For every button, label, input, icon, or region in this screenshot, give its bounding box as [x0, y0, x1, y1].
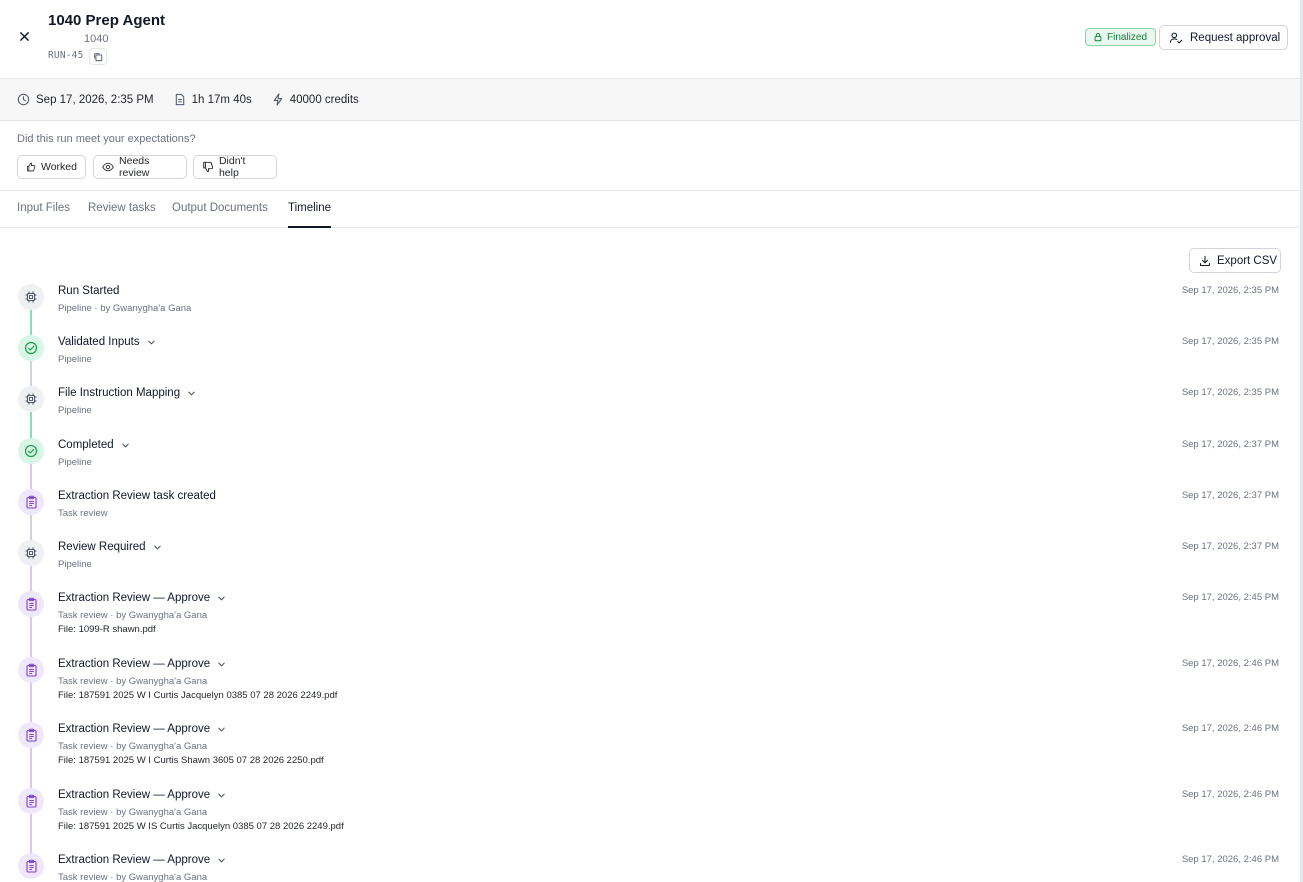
timeline-event-subtitle: Pipeline: [58, 559, 92, 570]
chevron-down-icon[interactable]: [147, 338, 156, 347]
timeline-event-timestamp: Sep 17, 2026, 2:46 PM: [1181, 658, 1279, 669]
timeline-event-file: File: 187591 2025 W I Curtis Jacquelyn 0…: [58, 690, 338, 701]
timeline-event-timestamp: Sep 17, 2026, 2:46 PM: [1181, 854, 1279, 865]
chevron-down-icon[interactable]: [187, 389, 196, 398]
timeline-connector: [30, 361, 32, 386]
timeline-list: Run Started Pipeline · by Gwanygha'a Gana…: [0, 0, 1300, 882]
timeline-connector: [30, 412, 32, 438]
chevron-down-icon[interactable]: [153, 543, 162, 552]
timeline-event-title-text: File Instruction Mapping: [58, 387, 181, 399]
timeline-event-title-text: Run Started: [58, 285, 120, 297]
timeline-event-subtitle: Task review · by Gwanygha'a Gana: [58, 807, 208, 818]
chevron-down-icon[interactable]: [217, 791, 226, 800]
timeline-event-timestamp: Sep 17, 2026, 2:46 PM: [1181, 723, 1279, 734]
timeline-event-title-text: Extraction Review — Approve: [58, 592, 211, 604]
clipboard-icon: [18, 591, 44, 617]
timeline-connector: [30, 515, 32, 540]
timeline-event-title-text: Completed: [58, 439, 114, 451]
timeline-event-title-text: Validated Inputs: [58, 336, 140, 348]
clipboard-icon: [18, 788, 44, 814]
timeline-event-subtitle: Task review: [58, 508, 108, 519]
timeline-event-title-text: Review Required: [58, 541, 146, 553]
timeline-event-timestamp: Sep 17, 2026, 2:37 PM: [1181, 490, 1279, 501]
chevron-down-icon[interactable]: [217, 660, 226, 669]
timeline-event-title-text: Extraction Review — Approve: [58, 723, 211, 735]
timeline-event-subtitle: Pipeline: [58, 354, 92, 365]
timeline-event-timestamp: Sep 17, 2026, 2:46 PM: [1181, 789, 1279, 800]
chevron-down-icon[interactable]: [217, 725, 226, 734]
cpu-icon: [18, 284, 44, 310]
timeline-event-title: File Instruction Mapping: [58, 387, 196, 399]
timeline-event-timestamp: Sep 17, 2026, 2:37 PM: [1181, 439, 1279, 450]
clipboard-icon: [18, 657, 44, 683]
timeline-connector: [30, 464, 32, 489]
timeline-event-title: Extraction Review — Approve: [58, 789, 226, 801]
timeline-event-subtitle: Pipeline · by Gwanygha'a Gana: [58, 303, 192, 314]
chevron-down-icon[interactable]: [217, 594, 226, 603]
timeline-event-file: File: 1099-R shawn.pdf: [58, 624, 156, 635]
timeline-connector: [30, 310, 32, 335]
cpu-icon: [18, 386, 44, 412]
timeline-event-timestamp: Sep 17, 2026, 2:37 PM: [1181, 541, 1279, 552]
timeline-event-subtitle: Task review · by Gwanygha'a Gana: [58, 610, 208, 621]
timeline-connector: [30, 814, 32, 853]
timeline-connector: [30, 683, 32, 722]
timeline-event-timestamp: Sep 17, 2026, 2:35 PM: [1181, 285, 1279, 296]
timeline-event-subtitle: Pipeline: [58, 405, 92, 416]
timeline-event-title-text: Extraction Review task created: [58, 490, 216, 502]
timeline-event-file: File: 187591 2025 W I Curtis Shawn 3605 …: [58, 755, 324, 766]
chevron-down-icon[interactable]: [217, 856, 226, 865]
cpu-icon: [18, 540, 44, 566]
timeline-connector: [30, 566, 32, 591]
timeline-event-subtitle: Pipeline: [58, 457, 92, 468]
timeline-event-title: Validated Inputs: [58, 336, 156, 348]
timeline-event-timestamp: Sep 17, 2026, 2:35 PM: [1181, 336, 1279, 347]
timeline-event-title: Run Started: [58, 285, 119, 297]
timeline-event-title-text: Extraction Review — Approve: [58, 789, 211, 801]
timeline-event-title-text: Extraction Review — Approve: [58, 854, 211, 866]
timeline-event-timestamp: Sep 17, 2026, 2:45 PM: [1181, 592, 1279, 603]
timeline-event-file: File: 187591 2025 W IS Curtis Jacquelyn …: [58, 821, 344, 832]
timeline-event-title: Extraction Review — Approve: [58, 658, 226, 670]
check-circle-icon: [18, 438, 44, 464]
timeline-event-title-text: Extraction Review — Approve: [58, 658, 211, 670]
clipboard-icon: [18, 853, 44, 879]
timeline-event-title: Extraction Review — Approve: [58, 723, 226, 735]
timeline-connector: [30, 617, 32, 657]
timeline-connector: [30, 748, 32, 788]
timeline-event-title: Extraction Review — Approve: [58, 854, 226, 866]
timeline-event-subtitle: Task review · by Gwanygha'a Gana: [58, 741, 208, 752]
timeline-event-subtitle: Task review · by Gwanygha'a Gana: [58, 676, 208, 687]
chevron-down-icon[interactable]: [121, 441, 130, 450]
timeline-event-title: Extraction Review task created: [58, 490, 216, 502]
timeline-event-title: Completed: [58, 439, 130, 451]
timeline-event-title: Review Required: [58, 541, 162, 553]
clipboard-icon: [18, 722, 44, 748]
clipboard-icon: [18, 489, 44, 515]
check-circle-icon: [18, 335, 44, 361]
timeline-event-timestamp: Sep 17, 2026, 2:35 PM: [1181, 387, 1279, 398]
timeline-event-subtitle: Task review · by Gwanygha'a Gana: [58, 872, 208, 882]
timeline-event-title: Extraction Review — Approve: [58, 592, 226, 604]
